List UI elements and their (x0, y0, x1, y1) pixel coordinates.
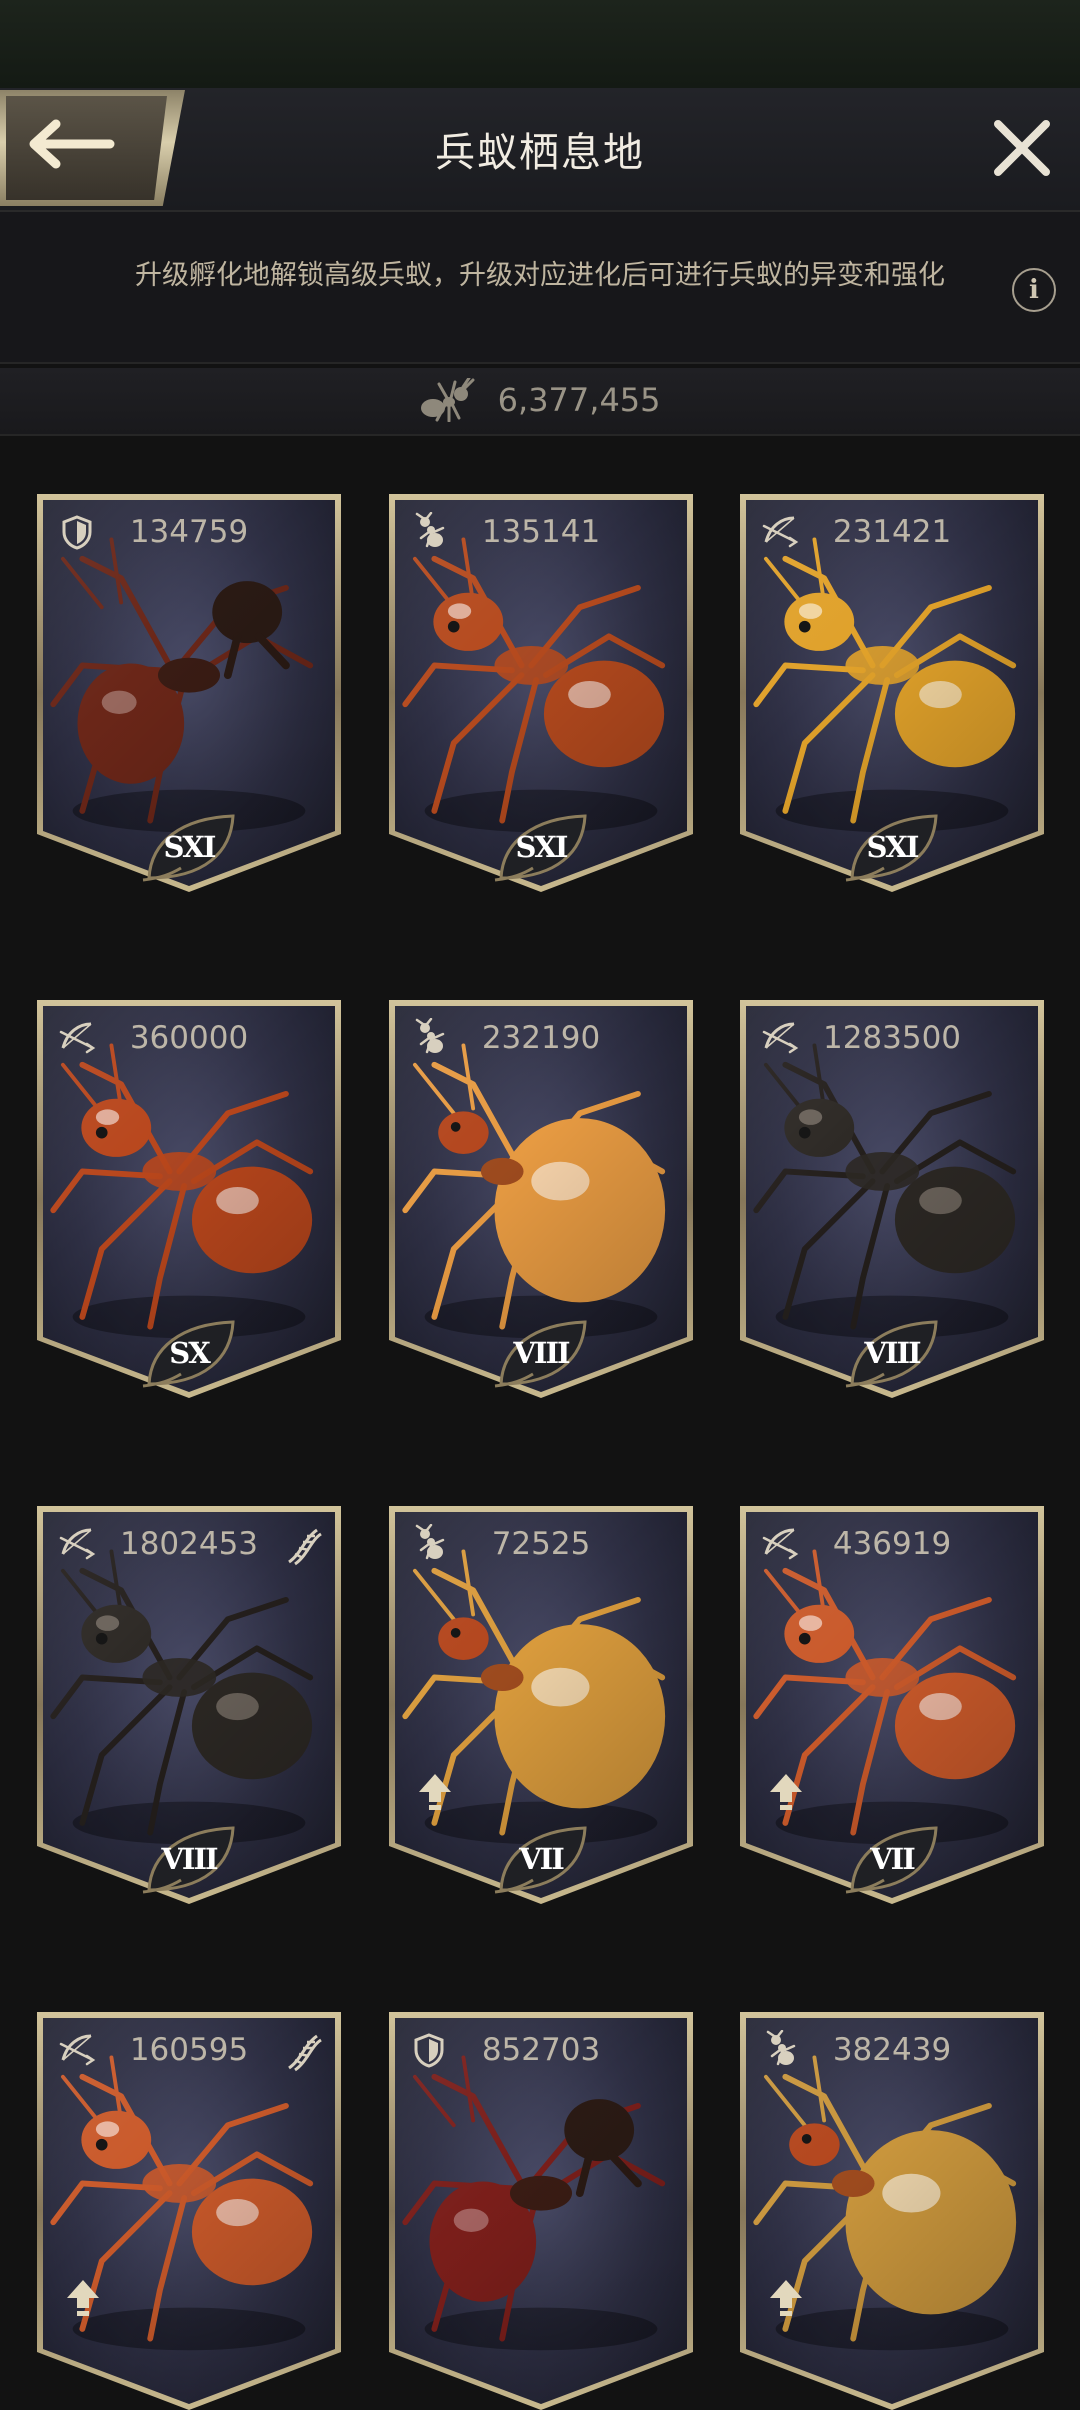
troop-power: 72525 (491, 1526, 591, 1562)
upgrade-arrow-icon (419, 1774, 451, 1810)
troop-power: 360000 (129, 1020, 249, 1056)
upgrade-arrow-icon (770, 1774, 802, 1810)
tier-label: VIII (513, 1336, 570, 1370)
troop-power: 1283500 (822, 1020, 962, 1056)
troop-card[interactable]: 382439 (740, 2012, 1044, 2410)
tier-badge: SX (141, 1318, 237, 1388)
tier-label: VIII (161, 1842, 218, 1876)
troop-power: 134759 (129, 514, 249, 550)
troop-power: 231421 (832, 514, 952, 550)
tier-label: SXI (163, 830, 216, 864)
troop-power: 232190 (481, 1020, 601, 1056)
troop-card[interactable]: 852703 (389, 2012, 693, 2410)
troop-card-body: 160595 (43, 2018, 335, 2404)
tier-label: SXI (866, 830, 919, 864)
tier-badge: VIII (493, 1318, 589, 1388)
troop-grid: 134759 SXI 135141 SXI 231421 SXI 360000 SX 23219… (0, 0, 1080, 2410)
tier-badge: SXI (493, 812, 589, 882)
tier-badge: SXI (844, 812, 940, 882)
troop-card-body: 382439 (746, 2018, 1038, 2404)
tier-label: VIII (864, 1336, 921, 1370)
upgrade-arrow-icon (67, 2280, 99, 2316)
troop-power: 852703 (481, 2032, 601, 2068)
dna-icon (288, 2034, 322, 2072)
tier-badge: VII (844, 1824, 940, 1894)
tier-label: SX (169, 1336, 210, 1370)
tier-badge: SXI (141, 812, 237, 882)
upgrade-arrow-icon (770, 2280, 802, 2316)
troop-power: 436919 (832, 1526, 952, 1562)
tier-label: VII (519, 1842, 565, 1876)
tier-label: SXI (515, 830, 568, 864)
tier-badge: VIII (844, 1318, 940, 1388)
troop-power: 382439 (832, 2032, 952, 2068)
dna-icon (288, 1528, 322, 1566)
troop-card-body: 852703 (395, 2018, 687, 2404)
troop-card[interactable]: 160595 (37, 2012, 341, 2410)
tier-label: VII (870, 1842, 916, 1876)
tier-badge: VII (493, 1824, 589, 1894)
tier-badge: VIII (141, 1824, 237, 1894)
troop-power: 135141 (481, 514, 601, 550)
